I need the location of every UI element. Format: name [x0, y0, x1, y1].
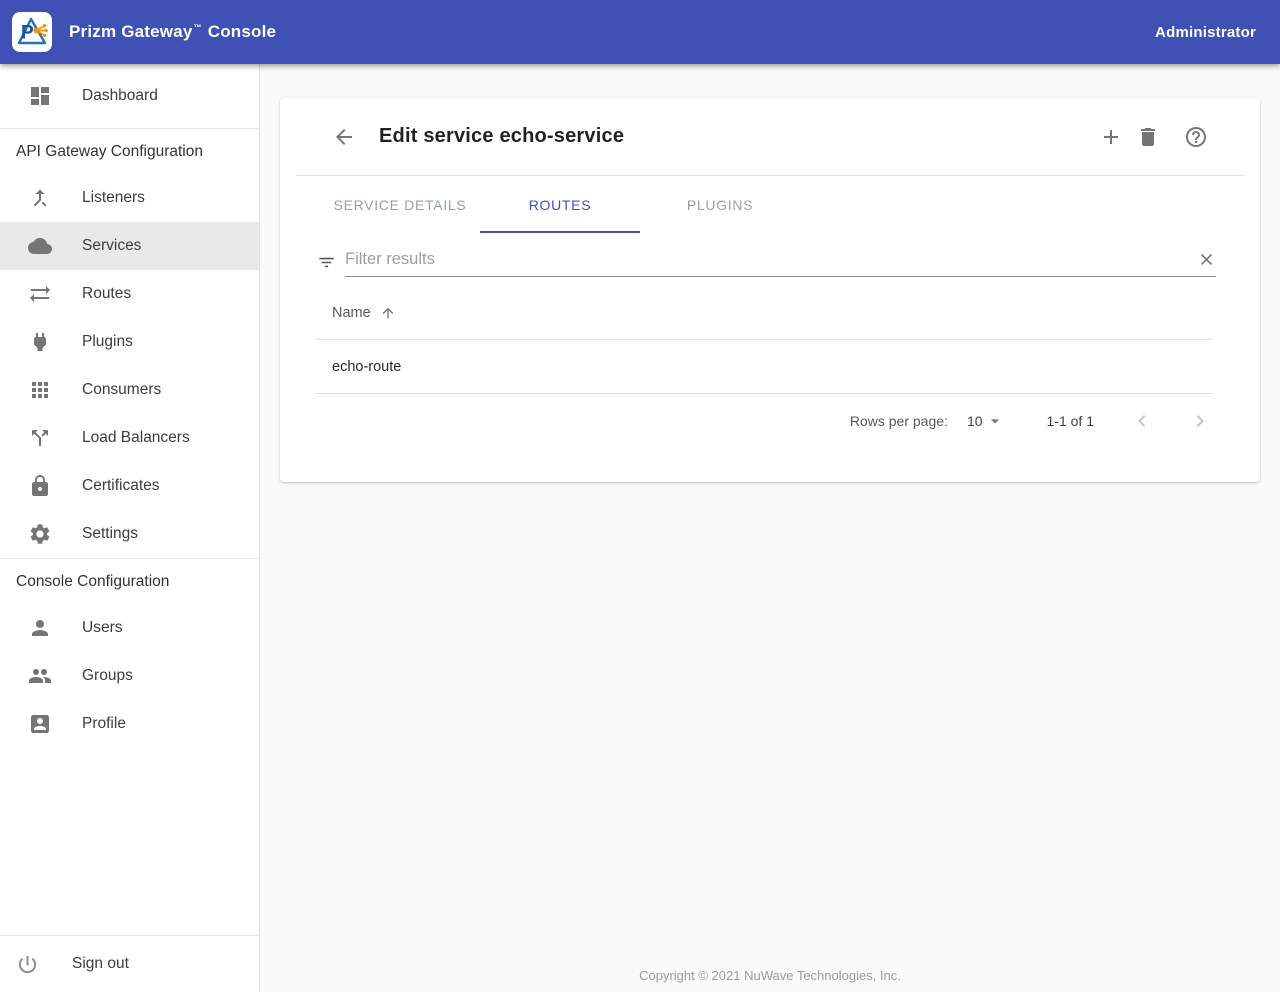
sort-ascending-icon: [380, 305, 396, 321]
dashboard-icon: [28, 84, 52, 108]
routes-table: Name echo-route: [316, 287, 1212, 394]
filter-field: [345, 250, 1216, 277]
column-header-name[interactable]: Name: [316, 287, 1212, 340]
sidebar-item-dashboard[interactable]: Dashboard: [0, 72, 259, 120]
call-split-icon: [28, 426, 52, 450]
clear-filter-button[interactable]: [1197, 250, 1216, 269]
sidebar-item-plugins[interactable]: Plugins: [0, 318, 259, 366]
help-button[interactable]: [1184, 125, 1208, 149]
pagination-range-label: 1-1 of 1: [1047, 413, 1094, 429]
account-box-icon: [28, 712, 52, 736]
sidebar-item-label: Routes: [82, 285, 131, 303]
sidebar-item-label: Certificates: [82, 477, 160, 495]
page-title: Edit service echo-service: [379, 125, 624, 148]
filter-bar: [317, 250, 1216, 277]
sidebar-item-label: Listeners: [82, 189, 145, 207]
app-bar: P Prizm Gateway™ Console Administrator: [0, 0, 1280, 64]
card-actions: [1099, 125, 1208, 149]
sidebar-item-label: Users: [82, 619, 122, 637]
column-label: Name: [332, 305, 371, 321]
table-row-echo-route[interactable]: echo-route: [316, 340, 1212, 394]
section-header-api-gateway: API Gateway Configuration: [0, 129, 259, 174]
sidebar-item-label: Profile: [82, 715, 126, 733]
product-name: Console: [208, 22, 276, 42]
app-title: Prizm Gateway™ Console: [69, 22, 276, 42]
rows-per-page-label: Rows per page:: [850, 413, 948, 429]
sidebar-item-services[interactable]: Services: [0, 222, 259, 270]
sidebar-nav: Dashboard API Gateway Configuration List…: [0, 64, 260, 992]
sidebar-item-label: Settings: [82, 525, 138, 543]
rows-per-page-select[interactable]: 10: [967, 411, 1005, 431]
previous-page-button[interactable]: [1130, 409, 1154, 433]
sidebar-item-users[interactable]: Users: [0, 604, 259, 652]
sign-out-button[interactable]: Sign out: [0, 935, 259, 992]
people-icon: [28, 664, 52, 688]
dropdown-arrow-icon: [985, 411, 1005, 431]
copyright-footer: Copyright © 2021 NuWave Technologies, In…: [260, 968, 1280, 983]
sidebar-item-label: Groups: [82, 667, 133, 685]
sidebar-item-groups[interactable]: Groups: [0, 652, 259, 700]
delete-button[interactable]: [1136, 125, 1160, 149]
tab-service-details[interactable]: SERVICE DETAILS: [320, 176, 480, 233]
card-header: Edit service echo-service: [280, 98, 1260, 175]
main-content: Edit service echo-service SERVICE DETAIL…: [260, 64, 1280, 992]
person-icon: [28, 616, 52, 640]
sidebar-item-consumers[interactable]: Consumers: [0, 366, 259, 414]
tab-bar: SERVICE DETAILS ROUTES PLUGINS: [280, 176, 1260, 233]
edit-service-card: Edit service echo-service SERVICE DETAIL…: [280, 98, 1260, 482]
plug-icon: [28, 330, 52, 354]
pagination-bar: Rows per page: 10 1-1 of 1: [280, 394, 1212, 447]
sign-out-label: Sign out: [72, 955, 129, 973]
back-button[interactable]: [332, 125, 356, 149]
sidebar-item-routes[interactable]: Routes: [0, 270, 259, 318]
sidebar-item-label: Services: [82, 237, 141, 255]
sidebar-item-label: Dashboard: [82, 87, 158, 105]
sidebar-item-load-balancers[interactable]: Load Balancers: [0, 414, 259, 462]
prizm-logo-icon[interactable]: P: [12, 12, 52, 52]
sidebar-item-label: Plugins: [82, 333, 133, 351]
sidebar-item-certificates[interactable]: Certificates: [0, 462, 259, 510]
swap-arrows-icon: [28, 282, 52, 306]
sidebar-item-listeners[interactable]: Listeners: [0, 174, 259, 222]
power-icon: [16, 953, 39, 976]
lock-icon: [28, 474, 52, 498]
cloud-icon: [28, 234, 52, 258]
section-header-console-config: Console Configuration: [0, 559, 259, 604]
apps-grid-icon: [28, 378, 52, 402]
merge-type-icon: [28, 186, 52, 210]
brand-name: Prizm Gateway: [69, 22, 193, 42]
gear-icon: [28, 522, 52, 546]
trademark-mark: ™: [194, 23, 202, 32]
filter-input[interactable]: [345, 250, 1197, 269]
route-name-cell: echo-route: [332, 359, 401, 375]
rows-per-page-value: 10: [967, 413, 983, 429]
filter-icon: [317, 253, 336, 272]
sidebar-item-settings[interactable]: Settings: [0, 510, 259, 558]
svg-text:P: P: [21, 23, 34, 44]
sidebar-item-label: Consumers: [82, 381, 161, 399]
tab-plugins[interactable]: PLUGINS: [640, 176, 800, 233]
tab-routes[interactable]: ROUTES: [480, 176, 640, 233]
sidebar-item-label: Load Balancers: [82, 429, 190, 447]
current-user-label[interactable]: Administrator: [1155, 24, 1256, 41]
add-button[interactable]: [1099, 125, 1123, 149]
sidebar-item-profile[interactable]: Profile: [0, 700, 259, 748]
next-page-button[interactable]: [1188, 409, 1212, 433]
